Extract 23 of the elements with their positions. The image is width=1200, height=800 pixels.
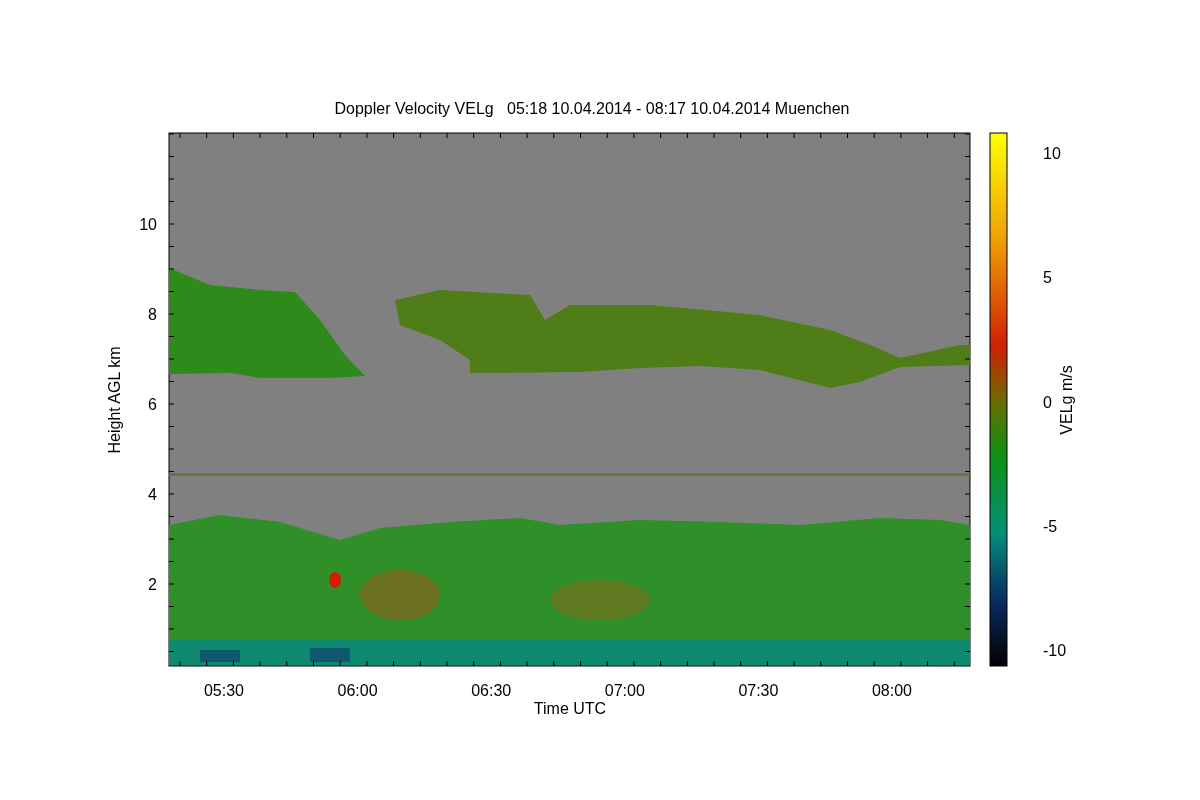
colorbar-tick-label: -10 (1043, 642, 1067, 660)
x-tick-label: 08:00 (872, 682, 912, 699)
colorbar-tick-label: 5 (1043, 269, 1052, 287)
colorbar-label: VELg m/s (1058, 365, 1075, 435)
y-axis-label: Height AGL km (106, 346, 123, 454)
y-tick-label: 8 (148, 306, 157, 323)
colorbar-tick-label: 0 (1043, 393, 1052, 411)
x-tick-label: 06:30 (471, 682, 512, 699)
x-tick-label: 06:00 (337, 682, 378, 699)
y-tick-label: 6 (148, 396, 157, 413)
colorbar-tick-label: -5 (1043, 517, 1058, 535)
x-axis-label: Time UTC (533, 700, 607, 717)
x-tick-label: 05:30 (204, 682, 244, 699)
x-tick-label: 07:00 (604, 682, 645, 699)
x-tick-label: 07:30 (738, 682, 779, 699)
colorbar-tick-label: 10 (1043, 145, 1061, 162)
y-tick-label: 10 (139, 216, 157, 233)
chart-title: Doppler Velocity VELg 05:18 10.04.2014 - 08:17 10.04.2014 Muenchen (334, 100, 850, 117)
echo-patch (329, 572, 341, 588)
y-tick-label: 2 (148, 576, 157, 593)
y-tick-label: 4 (148, 486, 157, 503)
echo-patch (200, 650, 240, 662)
echo-patch (310, 648, 350, 662)
